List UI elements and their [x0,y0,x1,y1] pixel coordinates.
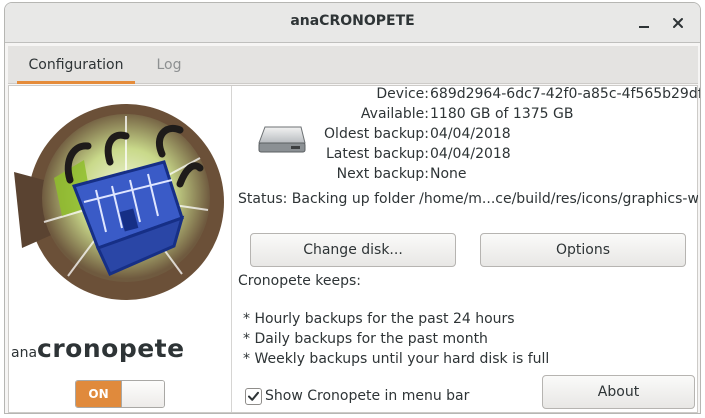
keeps-item-hourly: * Hourly backups for the past 24 hours [243,311,515,327]
brand-wordmark: anacronopete [11,334,185,363]
disk-info-values: 689d2964-6dc7-42f0-a85c-4f565b29df50 118… [430,3,700,193]
available-value: 1180 GB of 1375 GB [430,106,574,122]
panel-divider [231,86,232,412]
latest-backup-value: 04/04/2018 [430,146,511,162]
backup-toggle[interactable]: ON [75,380,165,408]
options-button[interactable]: Options [480,233,686,267]
available-label: Available: [360,106,429,122]
checkmark-icon [248,391,259,401]
keeps-item-daily: * Daily backups for the past month [243,331,488,347]
cronopete-logo-icon [14,104,224,300]
next-backup-value: None [430,166,467,182]
keeps-item-weekly: * Weekly backups until your hard disk is… [243,351,550,367]
menu-bar-checkbox[interactable] [245,388,262,405]
status-text: Status: Backing up folder /home/m...ce/b… [238,191,698,207]
tab-configuration[interactable]: Configuration [17,46,135,84]
device-label: Device: [376,86,429,102]
device-value: 689d2964-6dc7-42f0-a85c-4f565b29df50 [430,86,700,102]
oldest-backup-label: Oldest backup: [324,126,429,142]
about-button[interactable]: About [542,375,695,409]
oldest-backup-value: 04/04/2018 [430,126,511,142]
keeps-heading: Cronopete keeps: [238,273,362,289]
brand-name: cronopete [37,334,185,363]
toggle-on-label: ON [76,381,121,407]
brand-prefix: ana [11,345,38,361]
tab-log[interactable]: Log [144,46,194,84]
change-disk-button[interactable]: Change disk... [250,233,456,267]
toggle-knob [121,381,164,407]
latest-backup-label: Latest backup: [325,146,429,162]
app-window: anaCRONOPETE Configuration Log anacronop… [4,2,701,414]
menu-bar-checkbox-label[interactable]: Show Cronopete in menu bar [265,386,469,406]
next-backup-label: Next backup: [336,166,429,182]
left-panel: anacronopete ON [9,86,231,412]
